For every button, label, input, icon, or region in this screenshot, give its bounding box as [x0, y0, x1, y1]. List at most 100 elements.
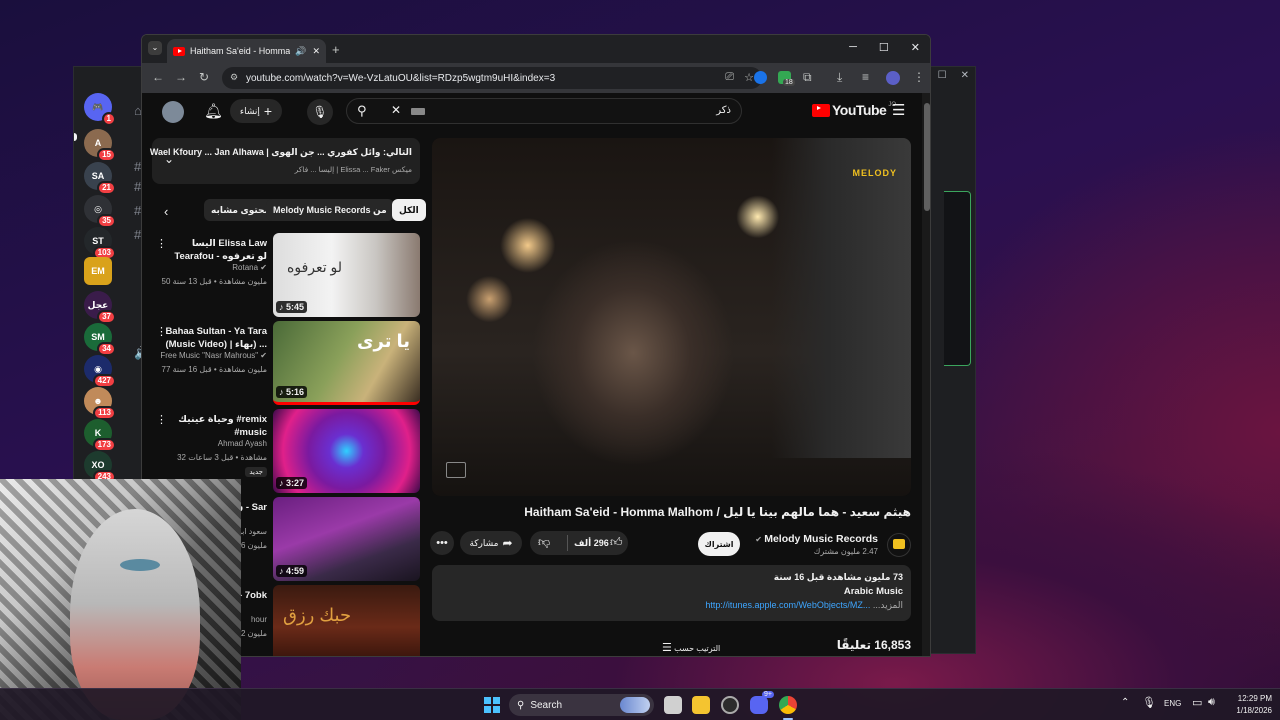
back-icon[interactable]: ← — [152, 70, 164, 84]
server-icon[interactable]: SA 21 — [84, 162, 116, 195]
server-icon[interactable]: عجل 37 — [84, 291, 116, 324]
video-title[interactable]: Bahaa Sultan - Ya Tara (Music Video) | ب… — [157, 325, 267, 351]
bookmark-star-icon[interactable]: ☆ — [744, 71, 754, 84]
new-tab-icon[interactable]: + — [332, 42, 340, 57]
like-count[interactable]: 296 ألف — [574, 538, 609, 549]
clear-search-icon[interactable]: ✕ — [391, 103, 401, 117]
microphone-icon[interactable]: 🎙︎ — [1142, 696, 1156, 709]
tab-search-icon[interactable]: ⌄ — [148, 41, 162, 55]
address-bar[interactable]: ⚙ youtube.com/watch?v=We-VzLatuOU&list=R… — [222, 67, 762, 89]
cast-icon[interactable]: ⎚ — [725, 71, 734, 84]
channel-name[interactable]: hour — [251, 615, 267, 624]
chip-all[interactable]: الكل — [392, 199, 426, 221]
display-icon[interactable]: ▭ — [1192, 696, 1202, 709]
tab-youtube[interactable]: Haitham Sa'eid - Homma M 🔊 ✕ — [167, 39, 326, 63]
search-icon[interactable]: ⚲ — [357, 103, 367, 119]
server-icon[interactable]: K 173 — [84, 419, 116, 452]
taskbar: ⚲ Search 9+ ⌃ 🎙︎ ENG ▭ 🔊︎ 12:29 PM 1/18/… — [0, 688, 1280, 720]
maximize-icon[interactable]: ☐ — [879, 41, 889, 54]
site-info-icon[interactable]: ⚙ — [230, 72, 238, 83]
search-icon: ⚲ — [517, 699, 525, 711]
list-item[interactable]: لو تعرفوه ♪ 5:45 اليسا Elissa Law Tearaf… — [152, 233, 420, 319]
video-player[interactable]: MELODY — [432, 138, 911, 496]
download-icon[interactable]: ⤓ — [837, 70, 842, 85]
reload-icon[interactable]: ↻ — [199, 70, 209, 84]
language-indicator[interactable]: ENG — [1164, 699, 1181, 708]
file-explorer-icon[interactable] — [692, 696, 710, 714]
like-icon[interactable]: 👍︎ — [610, 535, 623, 550]
server-icon[interactable]: A 15 — [84, 129, 116, 162]
list-item[interactable]: يا ترى ♪ 5:16 Bahaa Sultan - Ya Tara (Mu… — [152, 321, 420, 407]
video-thumbnail[interactable]: ♪ 4:59 — [273, 497, 420, 581]
github-icon[interactable] — [721, 696, 739, 714]
taskbar-search[interactable]: ⚲ Search — [509, 694, 654, 716]
minimize-icon[interactable]: ─ — [849, 41, 857, 54]
sort-button[interactable]: الترتيب حسب ☰ — [662, 641, 720, 654]
search-input[interactable]: ذكر — [716, 105, 731, 116]
audio-playing-icon[interactable]: 🔊 — [295, 46, 306, 57]
chip-from-channel[interactable]: من Melody Music Records — [266, 199, 394, 221]
page-scrollbar[interactable] — [922, 93, 930, 656]
video-thumbnail[interactable]: لو تعرفوه ♪ 5:45 — [273, 233, 420, 317]
chips-scroll-left-icon[interactable]: ‹ — [164, 204, 168, 219]
youtube-logo[interactable]: YouTube JO — [812, 102, 896, 118]
show-hidden-icons[interactable]: ⌃ — [1121, 697, 1129, 708]
video-thumbnail[interactable]: يا ترى ♪ 5:16 — [273, 321, 420, 405]
forward-icon[interactable]: → — [175, 70, 187, 84]
hamburger-menu-icon[interactable]: ☰ — [892, 101, 905, 119]
channel-name-link[interactable]: ✔ Melody Music Records — [742, 533, 878, 545]
verified-icon: ✔ — [260, 263, 267, 272]
channel-name[interactable]: سعود ابو — [238, 527, 267, 536]
maximize-icon[interactable]: ☐ — [938, 70, 947, 81]
server-icon[interactable]: SM 34 — [84, 323, 116, 356]
video-thumbnail[interactable]: حبك رزق — [273, 585, 420, 656]
description-box[interactable]: 73 مليون مشاهدة قبل 16 سنة Arabic Music … — [432, 565, 911, 621]
channel-name[interactable]: Free Music "Nasr Mahrous" ✔ — [160, 351, 267, 360]
media-control-icon[interactable]: ≡ — [862, 70, 869, 84]
discord-home-icon[interactable]: 🎮 1 — [84, 93, 116, 126]
notifications-bell-icon[interactable]: 🔔︎ — [204, 102, 223, 120]
server-icon[interactable]: ◎ 35 — [84, 195, 116, 228]
chrome-taskbar-icon[interactable] — [779, 696, 797, 714]
server-icon[interactable]: ST 103 — [84, 227, 116, 260]
video-title[interactable]: اليسا Elissa Law Tearafou - لو تعرفوه — [157, 237, 267, 263]
more-actions-icon[interactable]: ••• — [430, 531, 454, 555]
tab-close-icon[interactable]: ✕ — [312, 46, 320, 57]
extension-icon[interactable] — [754, 71, 767, 84]
dislike-icon[interactable]: 👎︎ — [538, 535, 550, 550]
server-icon[interactable]: XO 243 — [84, 451, 116, 484]
description-link[interactable]: http://itunes.apple.com/WebObjects/MZ... — [705, 600, 870, 610]
more-actions-icon[interactable]: ⋮ — [156, 237, 167, 250]
server-icon[interactable]: ◉ 427 — [84, 355, 116, 388]
task-view-icon[interactable] — [664, 696, 682, 714]
account-avatar[interactable] — [162, 101, 184, 123]
more-actions-icon[interactable]: ⋮ — [156, 325, 167, 338]
profile-avatar[interactable] — [886, 71, 900, 85]
extensions-puzzle-icon[interactable]: ⧉ — [803, 70, 812, 85]
video-thumbnail[interactable]: ♪ 3:27 — [273, 409, 420, 493]
menu-kebab-icon[interactable]: ⋮ — [913, 70, 925, 84]
share-button[interactable]: مشاركة ➦ — [460, 531, 522, 555]
discord-taskbar-icon[interactable]: 9+ — [750, 691, 774, 714]
scrollbar-thumb[interactable] — [924, 103, 930, 211]
volume-icon[interactable]: 🔊︎ — [1208, 696, 1215, 709]
server-icon[interactable]: ☻ 113 — [84, 387, 116, 420]
channel-avatar[interactable] — [887, 533, 911, 557]
duration-badge: ♪ 3:27 — [276, 477, 308, 489]
channel-name[interactable]: Ahmad Ayash — [218, 439, 267, 448]
clock[interactable]: 12:29 PM 1/18/2026 — [1226, 693, 1272, 717]
subscribe-button[interactable]: اشتراك — [698, 532, 740, 556]
show-more[interactable]: ...المزيد — [873, 600, 903, 610]
playlist-panel[interactable]: ⌄ التالي: وائل كفوري ... جن الهوى | Wael… — [150, 138, 420, 184]
more-actions-icon[interactable]: ⋮ — [156, 413, 167, 426]
voice-search-icon[interactable]: 🎙︎ — [307, 99, 333, 125]
video-title[interactable]: وحياة عينيك #remix #music — [157, 413, 267, 439]
start-windows-icon[interactable] — [484, 697, 500, 713]
create-button[interactable]: إنشاء + — [230, 99, 282, 123]
close-icon[interactable]: ✕ — [911, 41, 920, 54]
close-icon[interactable]: ✕ — [961, 70, 969, 81]
keyboard-icon[interactable] — [411, 108, 425, 115]
search-box[interactable]: ⚲ ✕ ذكر — [346, 98, 742, 124]
server-icon[interactable]: EM — [84, 257, 112, 285]
channel-name[interactable]: Rotana ✔ — [232, 263, 267, 272]
